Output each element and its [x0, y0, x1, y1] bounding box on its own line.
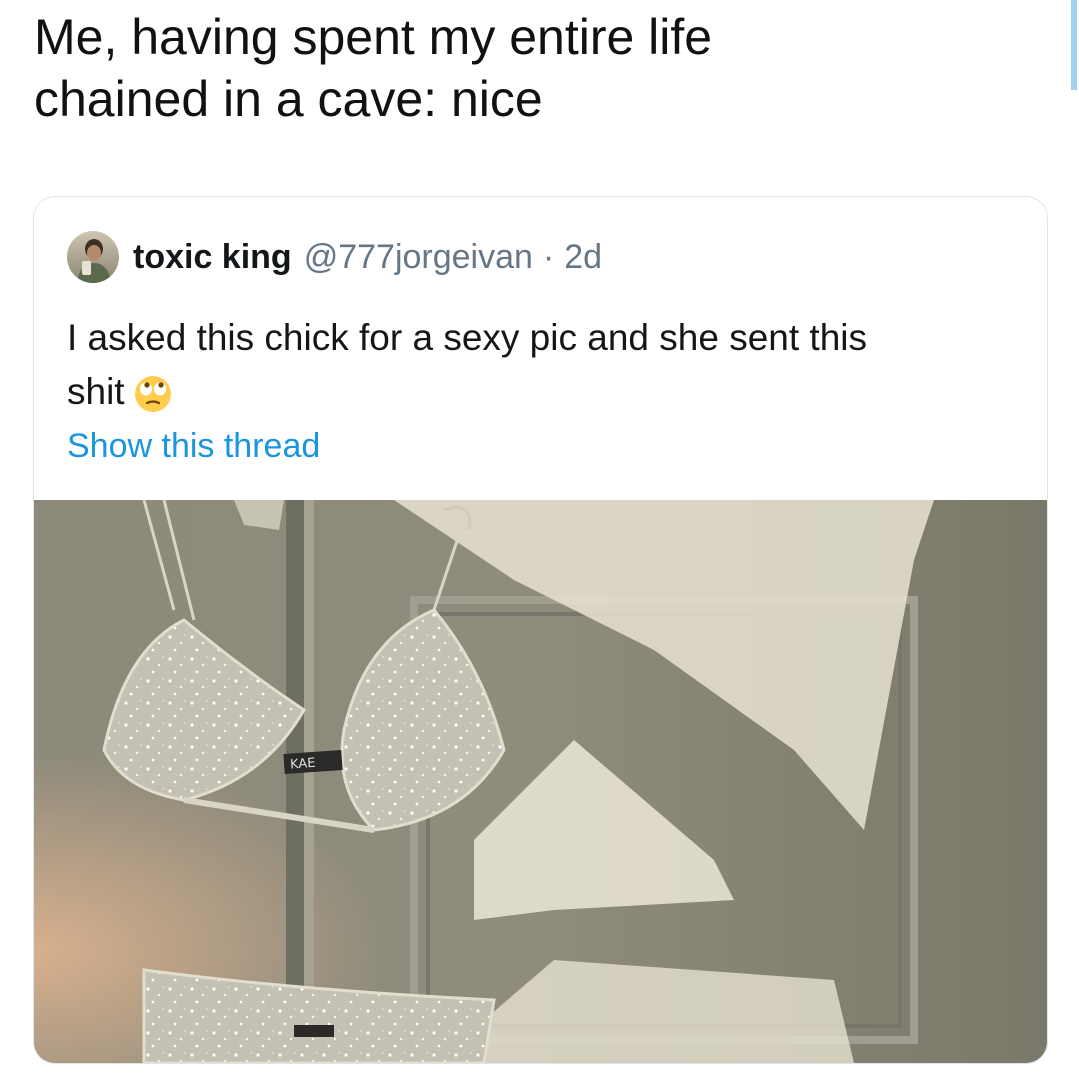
tweet-text-line-1: I asked this chick for a sexy pic and sh…: [67, 317, 867, 358]
tweet-text: I asked this chick for a sexy pic and sh…: [67, 311, 987, 419]
caption-line-2: chained in a cave: nice: [34, 71, 543, 127]
user-handle[interactable]: @777jorgeivan: [304, 238, 533, 277]
avatar[interactable]: [67, 231, 119, 283]
tweet-header: toxic king @777jorgeivan · 2d: [67, 231, 602, 283]
garment-label-text: KAE: [290, 756, 316, 773]
rolling-eyes-emoji-icon: [133, 374, 173, 414]
meme-page: Me, having spent my entire life chained …: [0, 0, 1079, 1086]
header-separator: ·: [542, 237, 555, 276]
meme-caption: Me, having spent my entire life chained …: [34, 6, 994, 130]
tweet-text-line-2: shit: [67, 371, 125, 412]
display-name[interactable]: toxic king: [133, 238, 292, 277]
tweet-photo[interactable]: KAE: [34, 499, 1047, 1063]
tweet-time[interactable]: 2d: [564, 238, 602, 277]
quoted-tweet-card[interactable]: toxic king @777jorgeivan · 2d I asked th…: [33, 196, 1048, 1064]
lingerie-photo-image: KAE: [34, 499, 1047, 1063]
show-thread-link[interactable]: Show this thread: [67, 427, 320, 466]
caption-line-1: Me, having spent my entire life: [34, 9, 713, 65]
scroll-indicator[interactable]: [1071, 0, 1077, 90]
